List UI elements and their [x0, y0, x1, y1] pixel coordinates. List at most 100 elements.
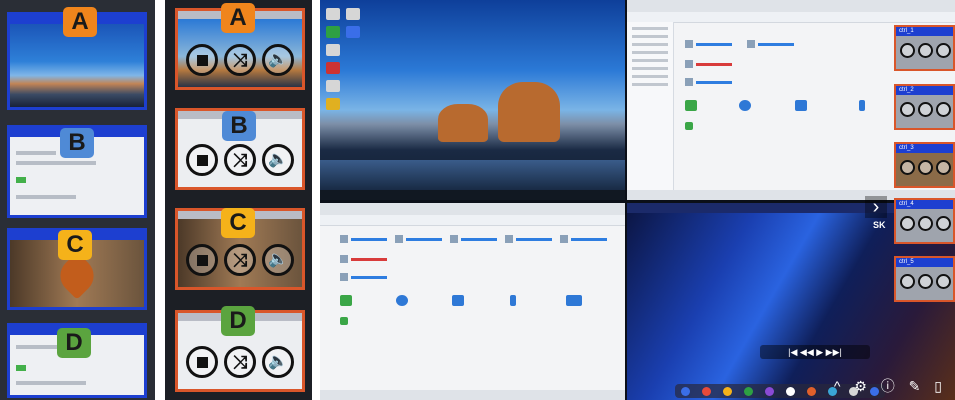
crossfade-button[interactable]: ⤨ — [224, 44, 256, 76]
volume-button[interactable]: 🔈 — [262, 346, 294, 378]
nav-item[interactable] — [632, 43, 668, 46]
volume-button[interactable]: 🔈 — [262, 44, 294, 76]
app-tile[interactable] — [739, 100, 751, 111]
dock-app-icon[interactable] — [765, 386, 774, 396]
nav-item[interactable] — [632, 67, 668, 70]
drive-icon — [340, 273, 348, 281]
drive-usage-bar — [406, 238, 442, 241]
stop-icon[interactable] — [900, 43, 915, 58]
dock-app-icon[interactable] — [807, 386, 816, 396]
floating-control-thumb-4[interactable]: ctrl_4 — [894, 198, 955, 244]
app-tile[interactable] — [859, 100, 865, 111]
dock-app-icon[interactable] — [723, 386, 732, 396]
speaker-icon[interactable] — [936, 216, 951, 231]
drive-item[interactable] — [505, 235, 555, 245]
floating-control-thumb-3[interactable]: ctrl_3 — [894, 142, 955, 188]
app-tile[interactable] — [396, 295, 408, 306]
navigation-pane[interactable] — [627, 22, 674, 200]
stop-icon[interactable] — [900, 216, 915, 231]
window-toolbar[interactable] — [627, 12, 955, 23]
crossfade-icon[interactable] — [918, 274, 933, 289]
stop-button[interactable] — [186, 346, 218, 378]
desktop-icon[interactable] — [346, 8, 360, 20]
stop-button[interactable] — [186, 144, 218, 176]
speaker-icon[interactable] — [936, 43, 951, 58]
drive-item[interactable] — [395, 235, 445, 245]
crossfade-icon[interactable] — [918, 216, 933, 231]
desktop-icon[interactable] — [346, 26, 360, 38]
dock-app-icon[interactable] — [744, 386, 753, 396]
panel-large-display: |◀ ◀◀ ▶ ▶▶| ^ ⚙ ⓘ ✎ ▯ ctrl_1 ctrl_2 ctrl… — [320, 0, 955, 400]
floating-control-thumb-5[interactable]: ctrl_5 — [894, 256, 955, 302]
crossfade-icon: ⤨ — [232, 250, 248, 270]
app-tile[interactable] — [685, 100, 697, 111]
dock-app-icon[interactable] — [702, 386, 711, 396]
stop-icon[interactable] — [900, 274, 915, 289]
dock-app-icon[interactable] — [681, 386, 690, 396]
status-bar — [320, 390, 625, 400]
drive-item[interactable] — [340, 255, 390, 265]
stop-icon[interactable] — [900, 102, 915, 117]
desktop-quadrant[interactable] — [320, 0, 625, 200]
stop-button[interactable] — [186, 44, 218, 76]
speaker-icon[interactable] — [936, 102, 951, 117]
floating-control-thumb-1[interactable]: ctrl_1 — [894, 25, 955, 71]
nav-item[interactable] — [632, 83, 668, 86]
nav-item[interactable] — [632, 35, 668, 38]
drive-item[interactable] — [560, 235, 610, 245]
label-b: B — [222, 111, 256, 141]
stop-button[interactable] — [186, 244, 218, 276]
app-tile[interactable] — [340, 317, 348, 325]
drive-item[interactable] — [685, 78, 735, 88]
nav-item[interactable] — [632, 75, 668, 78]
panel-mapped-displays: A B C D — [0, 0, 155, 400]
explorer-quadrant-bottom[interactable] — [320, 203, 625, 400]
crossfade-icon[interactable] — [918, 43, 933, 58]
drive-usage-bar — [696, 63, 732, 66]
chevron-right-icon[interactable]: › — [865, 196, 887, 218]
app-tile[interactable] — [566, 295, 582, 306]
explorer-app-icon — [16, 365, 26, 371]
volume-button[interactable]: 🔈 — [262, 144, 294, 176]
drive-item[interactable] — [747, 40, 797, 50]
app-tile[interactable] — [510, 295, 516, 306]
drive-item[interactable] — [450, 235, 500, 245]
desktop-icon[interactable] — [326, 98, 340, 110]
desktop-icon[interactable] — [326, 80, 340, 92]
taskbar[interactable] — [320, 190, 625, 200]
speaker-icon[interactable] — [936, 274, 951, 289]
speaker-icon: 🔈 — [268, 353, 288, 370]
desktop-icon[interactable] — [326, 62, 340, 74]
crossfade-button[interactable]: ⤨ — [224, 346, 256, 378]
drive-icon — [340, 255, 348, 263]
crossfade-icon: ⤨ — [232, 150, 248, 170]
crossfade-icon[interactable] — [918, 102, 933, 117]
media-controls[interactable]: |◀ ◀◀ ▶ ▶▶| — [760, 345, 870, 359]
app-tile[interactable] — [795, 100, 807, 111]
floating-control-thumb-2[interactable]: ctrl_2 — [894, 84, 955, 130]
app-tile[interactable] — [685, 122, 693, 130]
control-row: ⤨ 🔈 — [186, 243, 294, 277]
crossfade-button[interactable]: ⤨ — [224, 144, 256, 176]
label-d: D — [221, 306, 255, 336]
window-toolbar[interactable] — [320, 215, 625, 226]
volume-button[interactable]: 🔈 — [262, 244, 294, 276]
nav-item[interactable] — [632, 27, 668, 30]
drive-item[interactable] — [340, 273, 390, 283]
crossfade-icon[interactable] — [918, 160, 933, 175]
stop-icon[interactable] — [900, 160, 915, 175]
app-tile[interactable] — [452, 295, 464, 306]
crossfade-button[interactable]: ⤨ — [224, 244, 256, 276]
drive-item[interactable] — [685, 60, 735, 70]
overlay-toolbar[interactable]: ^ ⚙ ⓘ ✎ ▯ — [834, 376, 947, 396]
desktop-icon[interactable] — [326, 8, 340, 20]
speaker-icon[interactable] — [936, 160, 951, 175]
nav-item[interactable] — [632, 51, 668, 54]
desktop-icon[interactable] — [326, 26, 340, 38]
app-tile[interactable] — [340, 295, 352, 306]
drive-item[interactable] — [340, 235, 390, 245]
desktop-icon[interactable] — [326, 44, 340, 56]
nav-item[interactable] — [632, 59, 668, 62]
dock-app-icon[interactable] — [786, 386, 795, 396]
drive-item[interactable] — [685, 40, 735, 50]
